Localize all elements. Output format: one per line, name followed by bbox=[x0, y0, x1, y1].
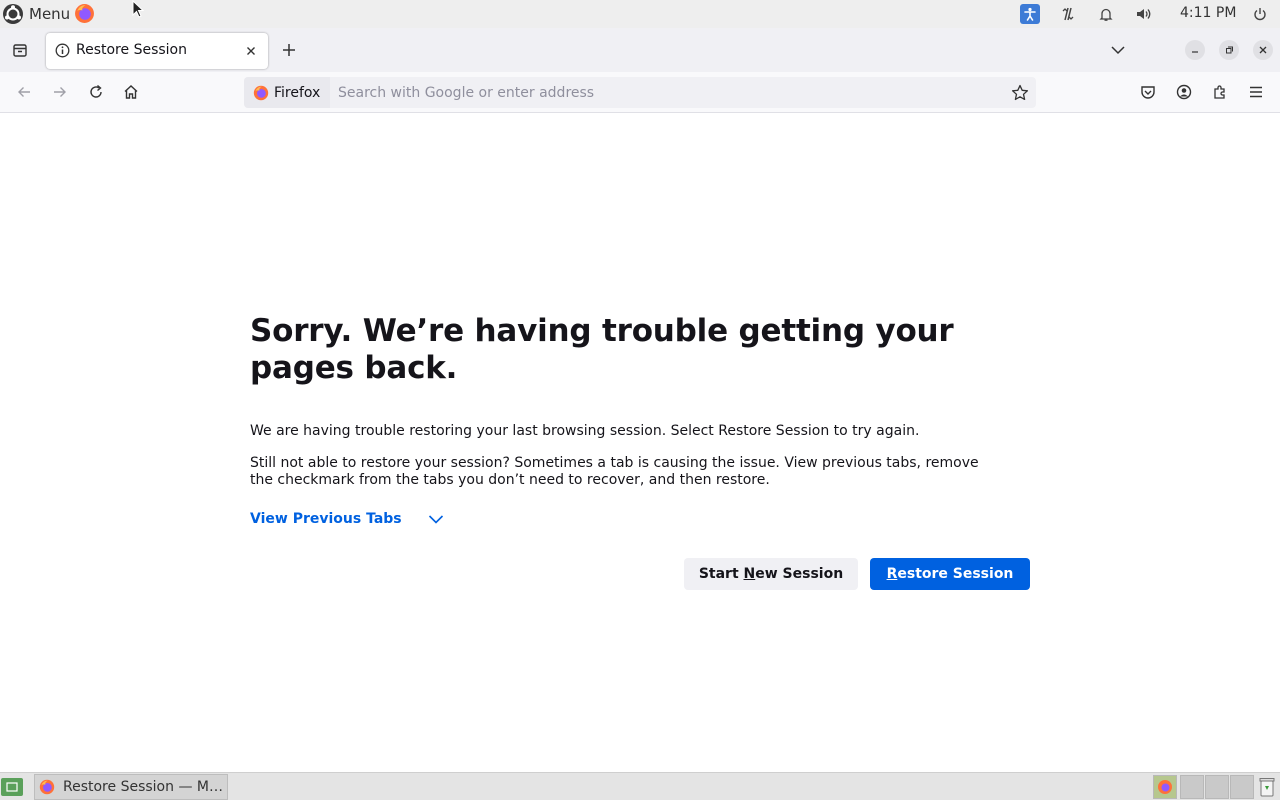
chevron-down-icon bbox=[1108, 40, 1128, 60]
close-window-icon bbox=[1259, 46, 1267, 54]
forward-button[interactable] bbox=[50, 82, 70, 102]
notification-bell-icon[interactable] bbox=[1096, 4, 1116, 24]
bookmark-star-icon[interactable] bbox=[1010, 83, 1030, 103]
start-new-session-accesskey: N bbox=[743, 566, 756, 582]
nav-bar: Firefox bbox=[0, 72, 1280, 113]
chevron-down-icon bbox=[428, 513, 444, 525]
top-panel: Menu 4:11 PM bbox=[0, 0, 1280, 28]
network-icon[interactable] bbox=[1058, 4, 1078, 24]
app-menu-button[interactable] bbox=[1246, 82, 1266, 102]
restore-session-button[interactable]: Restore Session bbox=[870, 558, 1030, 590]
accessibility-icon[interactable] bbox=[1020, 4, 1040, 24]
taskbar-item-label: Restore Session — M… bbox=[63, 779, 223, 795]
menu-logo-icon[interactable] bbox=[2, 3, 24, 25]
start-new-session-button[interactable]: Start New Session bbox=[684, 558, 858, 590]
account-icon bbox=[1176, 84, 1192, 100]
identity-label: Firefox bbox=[274, 84, 321, 101]
extensions-button[interactable] bbox=[1210, 82, 1230, 102]
account-button[interactable] bbox=[1174, 82, 1194, 102]
trash-icon[interactable] bbox=[1257, 776, 1277, 798]
restore-session-label-end: estore Session bbox=[897, 566, 1014, 582]
url-bar[interactable]: Firefox bbox=[244, 77, 1036, 108]
home-button[interactable] bbox=[121, 82, 141, 102]
page-title: Sorry. We’re having trouble getting your… bbox=[250, 313, 954, 386]
tab-strip: Restore Session bbox=[0, 28, 1280, 72]
power-icon[interactable] bbox=[1250, 4, 1270, 24]
taskbar-item-firefox[interactable]: Restore Session — M… bbox=[34, 774, 228, 800]
mouse-cursor-icon bbox=[131, 0, 145, 20]
show-desktop-button[interactable] bbox=[1, 778, 23, 796]
puzzle-icon bbox=[1214, 85, 1225, 99]
tab-title: Restore Session bbox=[76, 42, 187, 58]
workspace-4[interactable] bbox=[1230, 775, 1254, 799]
clock[interactable]: 4:11 PM bbox=[1180, 5, 1236, 21]
view-previous-tabs-toggle[interactable]: View Previous Tabs bbox=[250, 511, 444, 527]
page-content: Sorry. We’re having trouble getting your… bbox=[0, 113, 1280, 772]
close-icon[interactable] bbox=[243, 43, 259, 59]
start-new-session-label-end: ew Session bbox=[755, 566, 844, 582]
firefox-icon bbox=[39, 779, 55, 795]
workspace-3[interactable] bbox=[1205, 775, 1229, 799]
back-button[interactable] bbox=[14, 82, 34, 102]
description-restore: We are having trouble restoring your las… bbox=[250, 423, 920, 439]
volume-icon[interactable] bbox=[1134, 4, 1154, 24]
identity-box[interactable]: Firefox bbox=[244, 77, 330, 108]
menu-label[interactable]: Menu bbox=[29, 5, 70, 23]
new-tab-button[interactable] bbox=[278, 39, 300, 61]
firefox-launcher-icon[interactable] bbox=[74, 3, 95, 24]
tab-overview-icon[interactable] bbox=[8, 38, 32, 62]
minimize-icon bbox=[1192, 51, 1198, 53]
desktop-icon bbox=[6, 782, 18, 792]
close-window-button[interactable] bbox=[1253, 40, 1273, 60]
pocket-button[interactable] bbox=[1138, 82, 1158, 102]
restore-window-icon bbox=[1226, 46, 1233, 54]
description-still-not-able: Still not able to restore your session? … bbox=[250, 455, 979, 488]
view-previous-tabs-label: View Previous Tabs bbox=[250, 511, 402, 527]
reload-icon bbox=[90, 84, 102, 98]
firefox-icon bbox=[1158, 780, 1172, 794]
tab-restore-session[interactable]: Restore Session bbox=[46, 33, 268, 69]
plus-icon bbox=[281, 42, 297, 58]
start-new-session-label-start: Start bbox=[698, 566, 744, 582]
pocket-icon bbox=[1141, 86, 1155, 99]
url-input[interactable] bbox=[338, 77, 978, 108]
taskbar: Restore Session — M… bbox=[0, 772, 1280, 800]
home-icon bbox=[124, 85, 138, 99]
arrow-left-icon bbox=[18, 87, 30, 97]
firefox-icon bbox=[253, 85, 269, 101]
reload-button[interactable] bbox=[86, 82, 106, 102]
restore-session-accesskey: R bbox=[886, 566, 898, 582]
list-all-tabs-button[interactable] bbox=[1108, 40, 1128, 60]
minimize-button[interactable] bbox=[1185, 40, 1205, 60]
arrow-right-icon bbox=[54, 87, 66, 97]
info-icon bbox=[55, 43, 70, 58]
workspace-2[interactable] bbox=[1180, 775, 1204, 799]
hamburger-menu-icon bbox=[1250, 86, 1262, 98]
restore-window-button[interactable] bbox=[1219, 40, 1239, 60]
workspace-1[interactable] bbox=[1153, 775, 1177, 799]
